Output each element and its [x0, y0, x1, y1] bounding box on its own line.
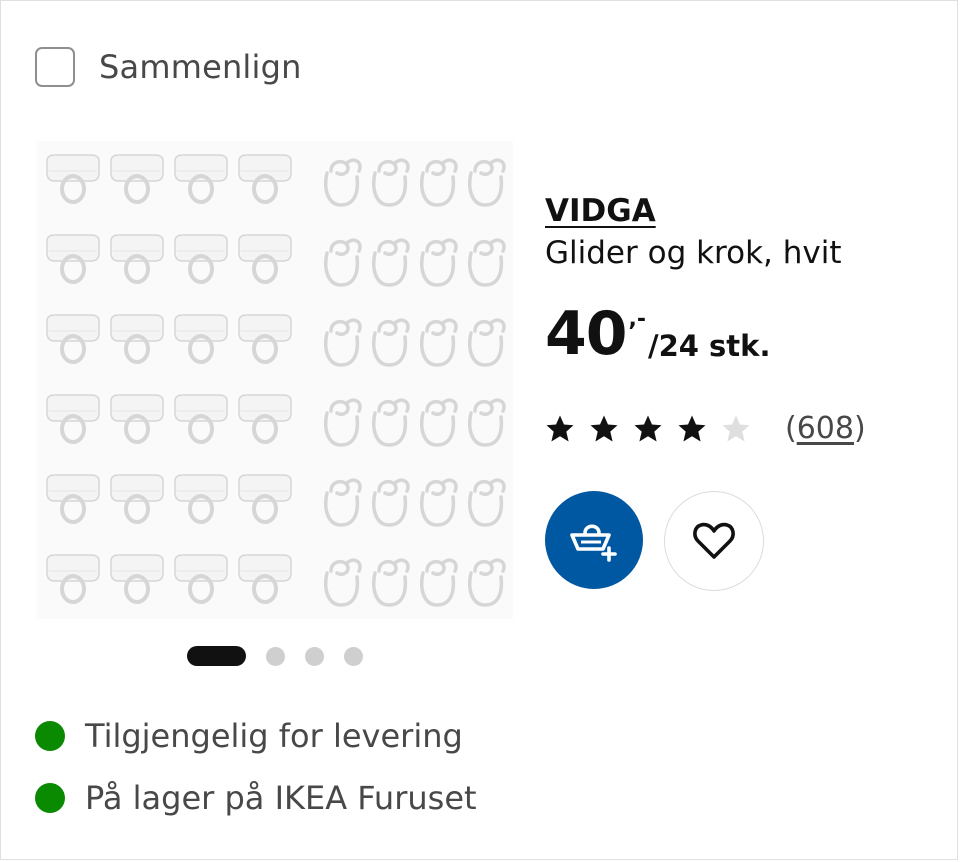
glider-piece: [110, 154, 164, 204]
glider-piece: [174, 154, 228, 204]
star-filled-icon: [678, 415, 706, 441]
availability-store-text: På lager på IKEA Furuset: [85, 779, 477, 817]
add-to-cart-icon: [570, 524, 617, 562]
price-unit: /24 stk.: [648, 329, 771, 363]
hook-piece: [324, 478, 362, 527]
product-row: [46, 154, 506, 207]
carousel-dot-4[interactable]: [344, 646, 363, 666]
carousel-dot-2[interactable]: [266, 646, 285, 666]
hook-piece: [324, 318, 362, 367]
star-filled-icon: [590, 415, 618, 441]
hook-piece: [468, 318, 506, 367]
hook-piece: [324, 158, 362, 207]
glider-piece: [174, 394, 228, 444]
glider-piece: [174, 314, 228, 364]
glider-piece: [46, 394, 100, 444]
product-description: Glider og krok, hvit: [545, 235, 842, 271]
status-dot-store: [35, 783, 65, 813]
star-filled-icon: [634, 415, 662, 441]
status-dot-delivery: [35, 721, 65, 751]
price-integer: 40: [545, 299, 627, 369]
glider-piece: [238, 394, 292, 444]
hook-piece: [420, 398, 458, 447]
hook-piece: [372, 238, 410, 287]
hook-piece: [324, 558, 362, 607]
product-row: [46, 314, 506, 367]
glider-piece: [110, 554, 164, 604]
glider-piece: [110, 314, 164, 364]
star-rating: [545, 414, 765, 444]
availability-delivery-text: Tilgjengelig for levering: [85, 717, 463, 755]
availability-store: På lager på IKEA Furuset: [35, 779, 477, 817]
star-empty-icon: [722, 415, 750, 441]
favourite-button[interactable]: [664, 491, 764, 591]
carousel-dots: [187, 646, 383, 666]
glider-piece: [46, 154, 100, 204]
hook-piece: [468, 558, 506, 607]
product-row: [46, 234, 506, 287]
compare-label: Sammenlign: [99, 48, 302, 86]
glider-piece: [46, 554, 100, 604]
compare-checkbox[interactable]: [35, 47, 75, 87]
hook-piece: [372, 318, 410, 367]
hook-piece: [420, 558, 458, 607]
hook-piece: [420, 478, 458, 527]
glider-piece: [238, 154, 292, 204]
product-row: [46, 474, 506, 527]
hook-piece: [324, 238, 362, 287]
heart-icon: [693, 522, 735, 559]
glider-piece: [110, 394, 164, 444]
hook-piece: [468, 238, 506, 287]
glider-piece: [174, 554, 228, 604]
hook-piece: [324, 398, 362, 447]
product-price: 40 ,- /24 stk.: [545, 299, 770, 369]
hook-piece: [420, 318, 458, 367]
availability-delivery: Tilgjengelig for levering: [35, 717, 463, 755]
hook-piece: [372, 158, 410, 207]
glider-piece: [46, 314, 100, 364]
hook-piece: [372, 478, 410, 527]
glider-piece: [174, 474, 228, 524]
product-row: [46, 554, 506, 607]
compare-toggle[interactable]: Sammenlign: [35, 47, 302, 87]
star-filled-icon: [546, 415, 574, 441]
hook-piece: [468, 478, 506, 527]
rating-link[interactable]: (608): [545, 411, 866, 446]
hook-piece: [468, 158, 506, 207]
hook-piece: [420, 158, 458, 207]
glider-piece: [238, 234, 292, 284]
glider-piece: [46, 474, 100, 524]
hook-piece: [468, 398, 506, 447]
product-card: Sammenlign VIDGA Glider og krok, hvit 40…: [0, 0, 958, 860]
price-decimal: ,-: [628, 307, 647, 332]
add-to-cart-button[interactable]: [545, 491, 643, 589]
product-image[interactable]: [37, 141, 513, 619]
carousel-dot-3[interactable]: [305, 646, 324, 666]
glider-piece: [110, 474, 164, 524]
glider-piece: [238, 314, 292, 364]
hook-piece: [420, 238, 458, 287]
product-name-link[interactable]: VIDGA: [545, 193, 656, 229]
glider-piece: [46, 234, 100, 284]
carousel-dot-1-active[interactable]: [187, 646, 246, 666]
glider-piece: [174, 234, 228, 284]
glider-piece: [238, 474, 292, 524]
review-count: (608): [785, 411, 866, 446]
glider-piece: [238, 554, 292, 604]
product-row: [46, 394, 506, 447]
review-count-number: 608: [796, 411, 854, 446]
glider-piece: [110, 234, 164, 284]
hook-piece: [372, 398, 410, 447]
hook-piece: [372, 558, 410, 607]
